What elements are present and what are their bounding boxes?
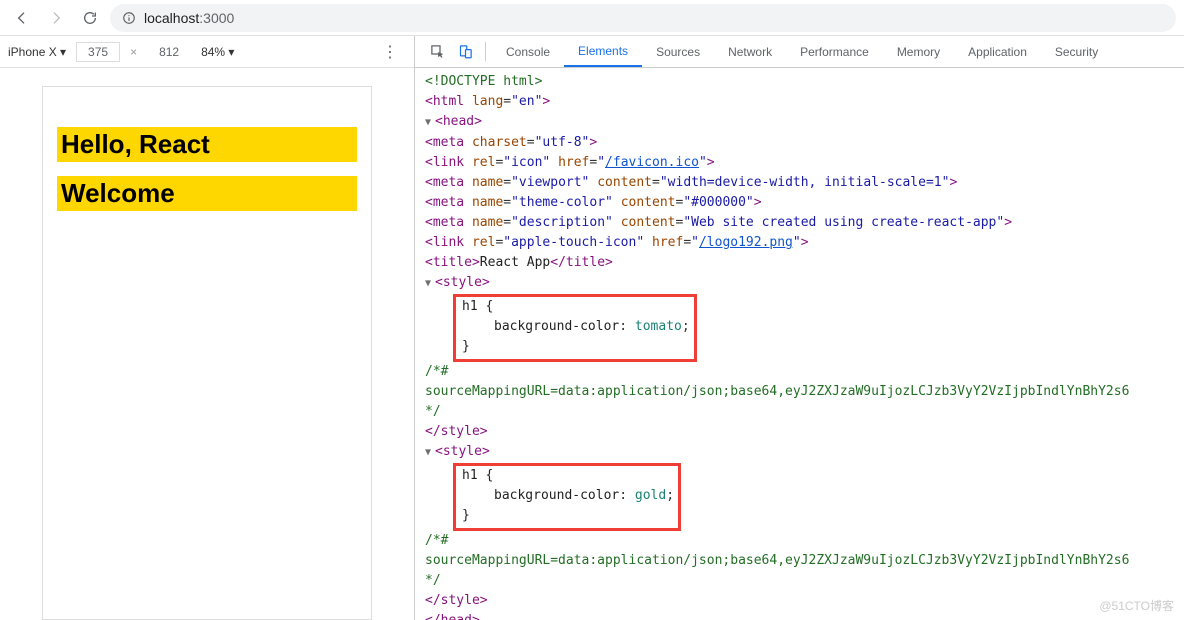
style-rule-highlight-0: h1 {background-color: tomato;} <box>453 294 697 362</box>
info-icon <box>122 11 136 25</box>
head-child-4[interactable]: <meta name="description" content="Web si… <box>425 213 1184 233</box>
page-preview: Hello, React Welcome <box>42 86 372 620</box>
inspect-icon[interactable] <box>423 36 451 67</box>
url-host: localhost <box>144 10 199 26</box>
back-button[interactable] <box>8 4 36 32</box>
doctype-node[interactable]: <!DOCTYPE html> <box>425 72 1184 92</box>
reload-button[interactable] <box>76 4 104 32</box>
device-toolbar: iPhone X ▾ × 84% ▾ ⋮ <box>0 36 414 68</box>
head-child-0[interactable]: <meta charset="utf-8"> <box>425 133 1184 153</box>
tab-network[interactable]: Network <box>714 36 786 67</box>
tab-performance[interactable]: Performance <box>786 36 883 67</box>
device-panel: iPhone X ▾ × 84% ▾ ⋮ Hello, React Welcom… <box>0 36 415 620</box>
more-icon[interactable]: ⋮ <box>374 42 406 62</box>
tab-console[interactable]: Console <box>492 36 564 67</box>
tab-elements[interactable]: Elements <box>564 36 642 67</box>
style-close-1[interactable]: </style> <box>425 591 1184 611</box>
browser-toolbar: localhost:3000 <box>0 0 1184 36</box>
tab-separator <box>485 42 486 61</box>
dom-tree[interactable]: <!DOCTYPE html><html lang="en">▼<head><m… <box>415 68 1184 620</box>
title-node[interactable]: <title>React App</title> <box>425 253 1184 273</box>
head-open[interactable]: ▼<head> <box>425 112 1184 133</box>
device-width-input[interactable] <box>76 42 120 62</box>
main-area: iPhone X ▾ × 84% ▾ ⋮ Hello, React Welcom… <box>0 36 1184 620</box>
dim-x: × <box>130 45 137 59</box>
tab-application[interactable]: Application <box>954 36 1041 67</box>
sourcemap-comment-0[interactable]: /*# <box>425 362 1184 382</box>
head-close[interactable]: </head> <box>425 611 1184 620</box>
zoom-select[interactable]: 84% ▾ <box>201 45 234 59</box>
url-bar[interactable]: localhost:3000 <box>110 4 1176 32</box>
head-child-3[interactable]: <meta name="theme-color" content="#00000… <box>425 193 1184 213</box>
sourcemap-comment-1[interactable]: /*# <box>425 531 1184 551</box>
tab-sources[interactable]: Sources <box>642 36 714 67</box>
head-child-5[interactable]: <link rel="apple-touch-icon" href="/logo… <box>425 233 1184 253</box>
device-height-input[interactable] <box>147 42 191 62</box>
watermark: @51CTO博客 <box>1099 597 1174 614</box>
style-open-0[interactable]: ▼<style> <box>425 273 1184 294</box>
tab-security[interactable]: Security <box>1041 36 1112 67</box>
device-select[interactable]: iPhone X ▾ <box>8 45 66 59</box>
forward-button[interactable] <box>42 4 70 32</box>
device-viewport: Hello, React Welcome <box>0 68 414 620</box>
head-child-1[interactable]: <link rel="icon" href="/favicon.ico"> <box>425 153 1184 173</box>
preview-heading-1: Hello, React <box>57 127 357 162</box>
head-child-2[interactable]: <meta name="viewport" content="width=dev… <box>425 173 1184 193</box>
style-rule-highlight-1: h1 {background-color: gold;} <box>453 463 681 531</box>
devtools-panel: ConsoleElementsSourcesNetworkPerformance… <box>415 36 1184 620</box>
html-open[interactable]: <html lang="en"> <box>425 92 1184 112</box>
url-path: :3000 <box>199 10 234 26</box>
preview-heading-2: Welcome <box>57 176 357 211</box>
tab-memory[interactable]: Memory <box>883 36 954 67</box>
devtools-tabs: ConsoleElementsSourcesNetworkPerformance… <box>415 36 1184 68</box>
style-open-1[interactable]: ▼<style> <box>425 442 1184 463</box>
device-toggle-icon[interactable] <box>451 36 479 67</box>
style-close-0[interactable]: </style> <box>425 422 1184 442</box>
